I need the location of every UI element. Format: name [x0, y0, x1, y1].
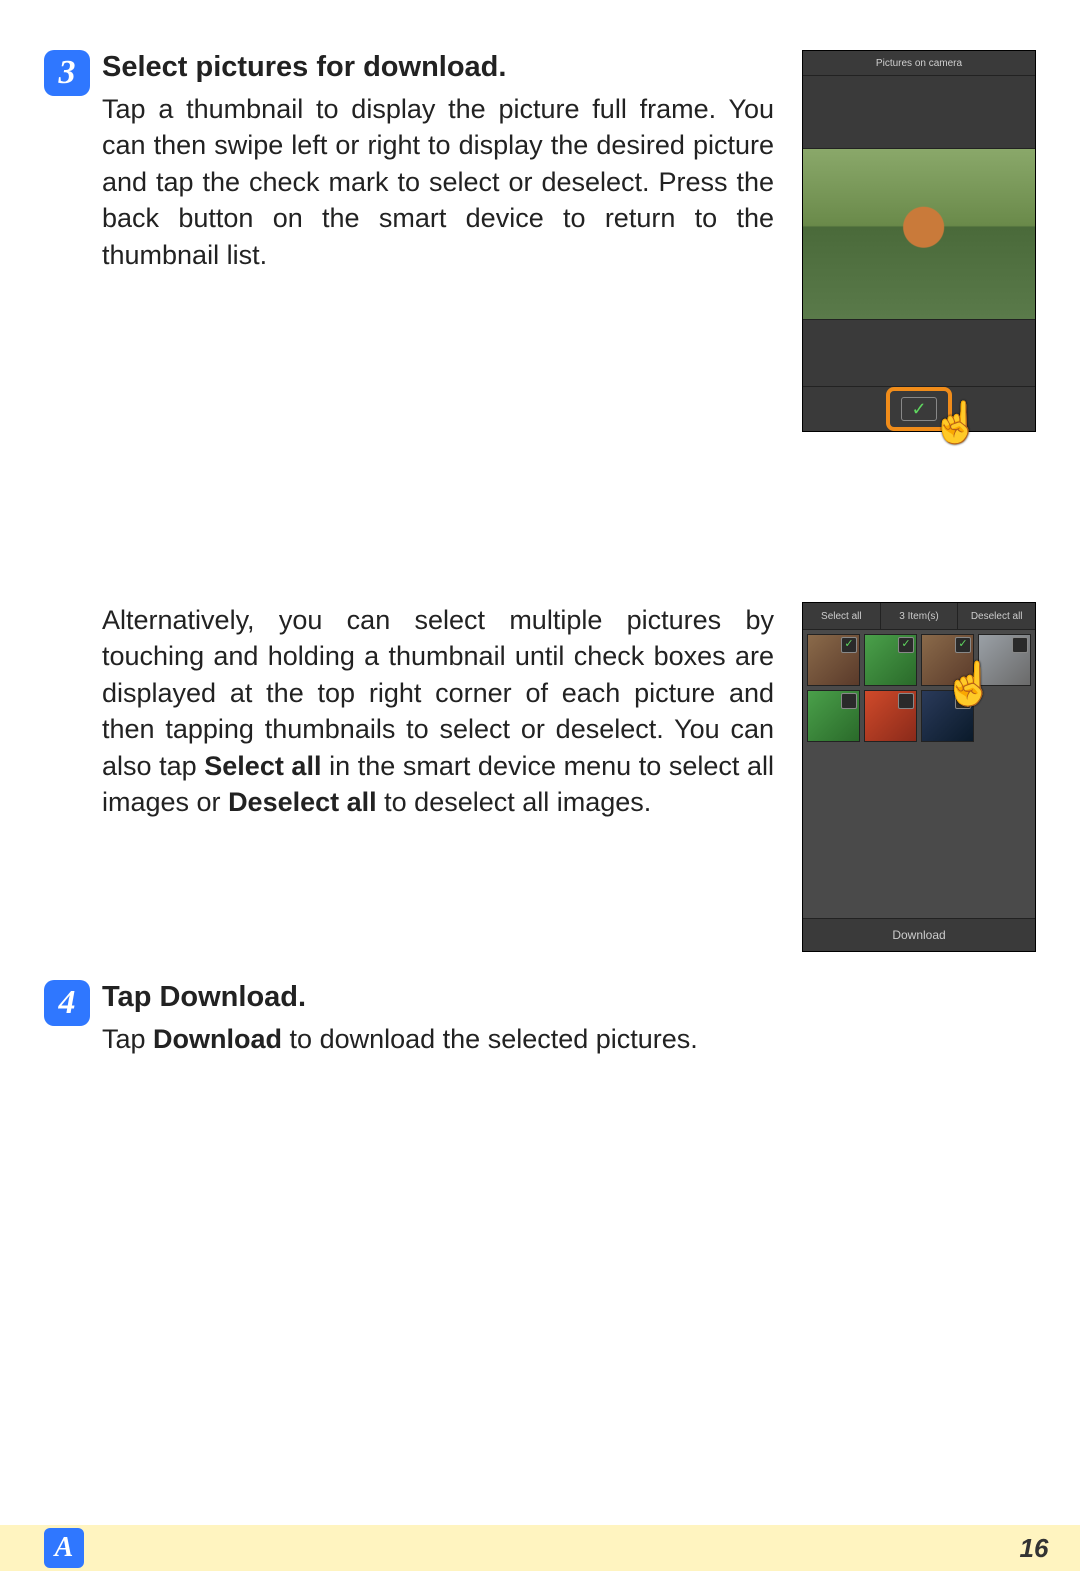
thumbnail[interactable]: ✓ — [864, 690, 917, 742]
step-4-body-b: to download the selected pictures. — [282, 1024, 698, 1054]
step-3-number: 3 — [44, 50, 90, 96]
footer-band — [84, 1525, 1022, 1571]
deselect-all-button[interactable]: Deselect all — [958, 603, 1035, 629]
step-4-heading-bold: Download — [159, 981, 298, 1013]
thumbnail-checkbox-icon: ✓ — [898, 693, 914, 709]
step-3-para-2-bold-select-all: Select all — [204, 751, 321, 781]
step-3-text-col-1: Select pictures for download. Tap a thum… — [102, 50, 774, 273]
thumbnail-checkbox-icon: ✓ — [955, 637, 971, 653]
section-badge: A — [44, 1528, 84, 1568]
selection-toolbar: Select all 3 Item(s) Deselect all — [803, 603, 1035, 630]
page-number: 16 — [1020, 1533, 1080, 1564]
screenshot-2-col: Select all 3 Item(s) Deselect all ✓ ✓ ✓ ✓ ✓ ✓… — [802, 602, 1036, 952]
footer-left: A — [0, 1525, 84, 1571]
thumbnail-checkbox-icon: ✓ — [898, 637, 914, 653]
step-3-para-2c: to deselect all images. — [377, 787, 652, 817]
footer-page-corner: 16 — [1022, 1525, 1080, 1571]
step-4-heading-a: Tap — [102, 981, 159, 1013]
screenshot-blank-area-2 — [803, 320, 1035, 386]
screenshot-1-col: Pictures on camera ✓ ☝ — [802, 50, 1036, 432]
screenshot-full-frame: Pictures on camera ✓ ☝ — [802, 50, 1036, 432]
page-footer: A 16 — [0, 1525, 1080, 1571]
screenshot-thumbnail-grid: Select all 3 Item(s) Deselect all ✓ ✓ ✓ ✓ ✓ ✓… — [802, 602, 1036, 952]
step-4-body-bold: Download — [153, 1024, 282, 1054]
step-4-heading: Tap Download. — [102, 980, 1036, 1015]
manual-page: 3 Select pictures for download. Tap a th… — [0, 0, 1080, 1571]
step-3-para-2-bold-deselect-all: Deselect all — [228, 787, 377, 817]
thumbnail[interactable]: ✓ — [921, 690, 974, 742]
download-button[interactable]: Download — [803, 918, 1035, 951]
thumbnail[interactable]: ✓ — [921, 634, 974, 686]
thumbnail-checkbox-icon: ✓ — [841, 637, 857, 653]
step-4-heading-b: . — [298, 981, 306, 1013]
step-4-number: 4 — [44, 980, 90, 1026]
thumbnail[interactable]: ✓ — [807, 634, 860, 686]
step-3-heading: Select pictures for download. — [102, 50, 774, 85]
step-4-para: Tap Download to download the selected pi… — [102, 1021, 1036, 1057]
thumbnail[interactable]: ✓ — [864, 634, 917, 686]
thumbnail-checkbox-icon: ✓ — [1012, 637, 1028, 653]
step-4-body: Tap Download. Tap Download to download t… — [102, 980, 1036, 1057]
select-check-button[interactable]: ✓ — [886, 387, 952, 431]
step-4-body-a: Tap — [102, 1024, 153, 1054]
thumbnail[interactable]: ✓ — [807, 690, 860, 742]
step-3-body: Select pictures for download. Tap a thum… — [102, 50, 1036, 952]
step-3-row-1: Select pictures for download. Tap a thum… — [102, 50, 1036, 432]
step-3-para-2: Alternatively, you can select multiple p… — [102, 602, 774, 821]
thumbnail-checkbox-icon: ✓ — [841, 693, 857, 709]
select-all-button[interactable]: Select all — [803, 603, 881, 629]
step-3-text-col-2: Alternatively, you can select multiple p… — [102, 602, 774, 821]
step-4: 4 Tap Download. Tap Download to download… — [44, 980, 1036, 1057]
thumbnail-checkbox-icon: ✓ — [955, 693, 971, 709]
step-3: 3 Select pictures for download. Tap a th… — [44, 50, 1036, 952]
screenshot-title-bar: Pictures on camera — [803, 51, 1035, 76]
thumbnail[interactable]: ✓ — [978, 634, 1031, 686]
screenshot-photo-preview[interactable] — [803, 148, 1035, 320]
step-3-para-1: Tap a thumbnail to display the picture f… — [102, 91, 774, 273]
screenshot-check-bar: ✓ ☝ — [803, 386, 1035, 431]
screenshot-blank-area — [803, 76, 1035, 148]
thumbnail-grid: ✓✓✓✓✓✓✓☝ — [803, 630, 1035, 918]
selection-count-label: 3 Item(s) — [881, 603, 959, 629]
check-icon: ✓ — [901, 397, 937, 421]
step-3-row-2: Alternatively, you can select multiple p… — [102, 602, 1036, 952]
